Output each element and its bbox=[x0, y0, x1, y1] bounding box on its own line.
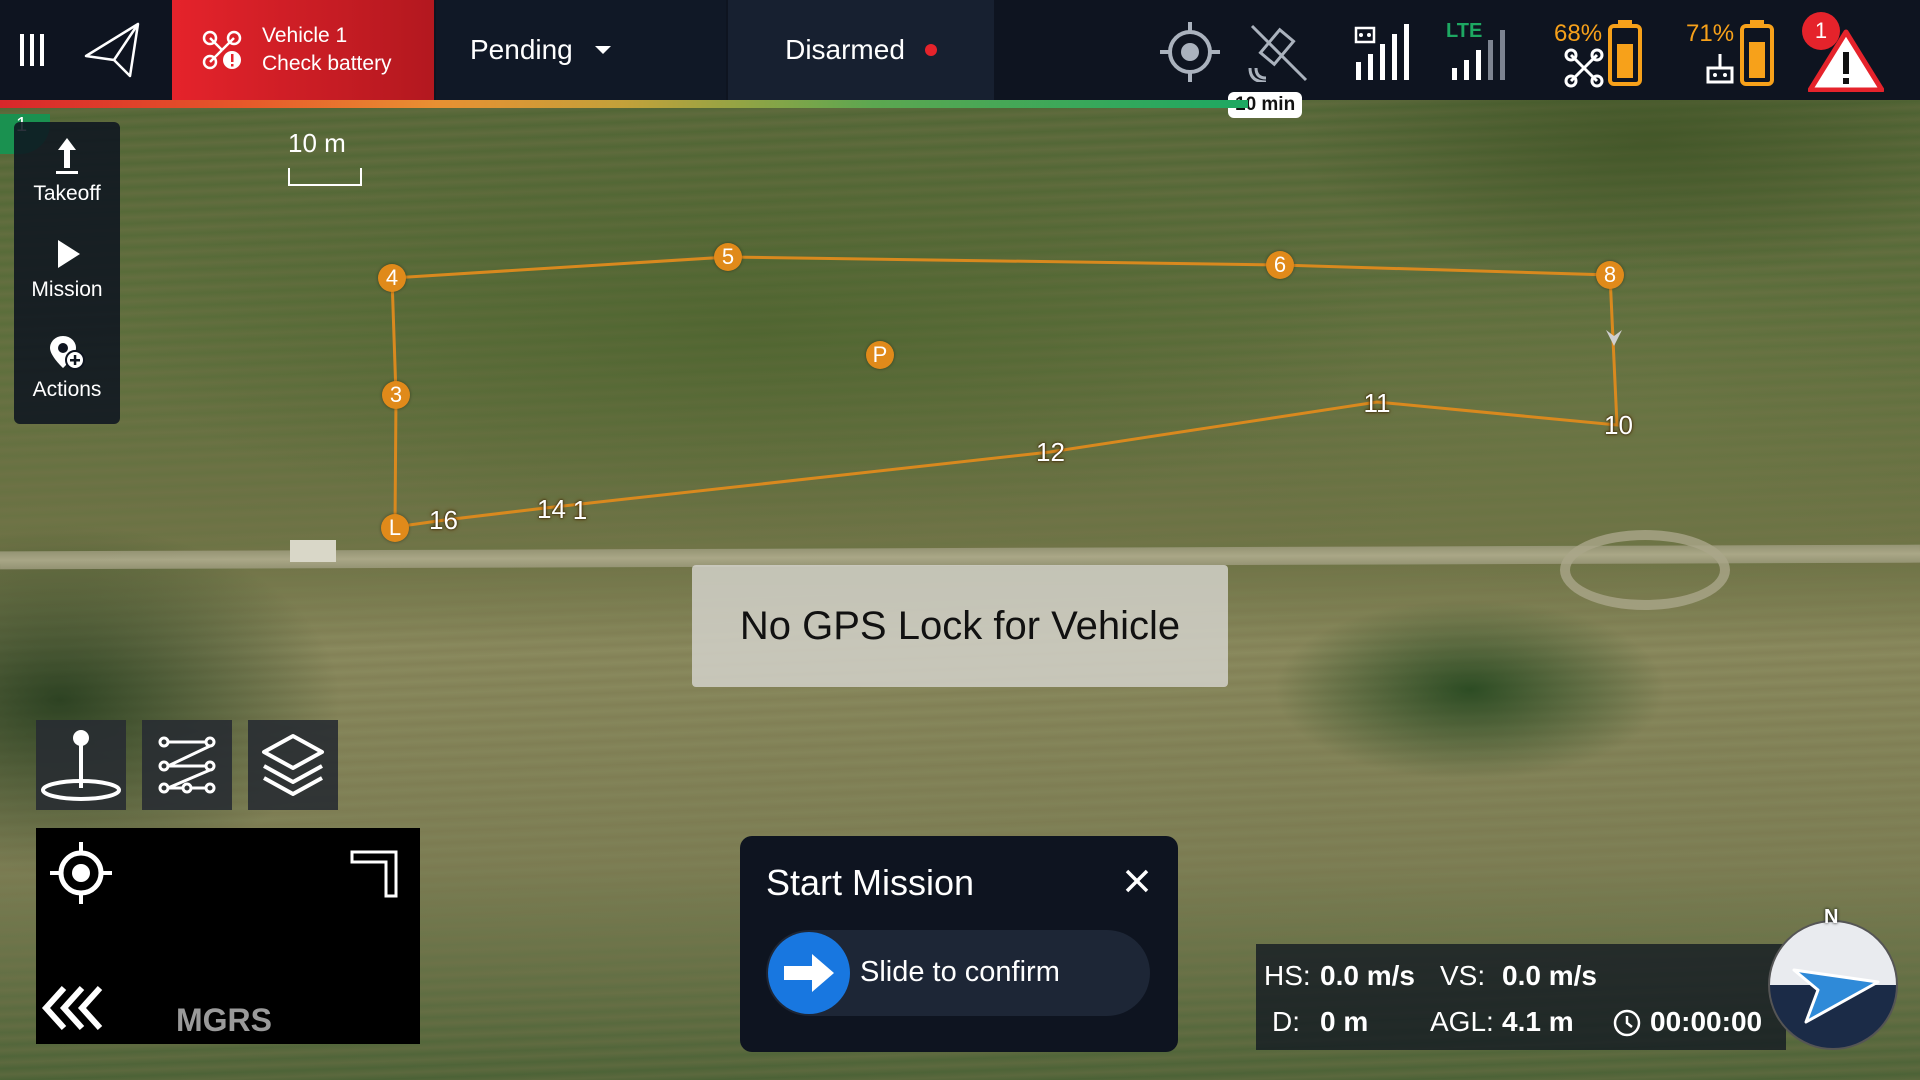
compass-north-label: N bbox=[1824, 906, 1839, 928]
expand-icon[interactable] bbox=[350, 848, 402, 900]
vehicle-status: Check battery bbox=[262, 52, 392, 75]
waypoint-12[interactable]: 12 bbox=[1036, 438, 1065, 466]
vs-label: VS: bbox=[1440, 960, 1486, 991]
compass[interactable]: N bbox=[1766, 906, 1900, 1052]
waypoint-10[interactable]: 10 bbox=[1604, 411, 1633, 439]
arm-status[interactable]: Disarmed bbox=[728, 0, 994, 100]
mission-button[interactable]: Mission bbox=[14, 236, 120, 302]
d-label: D: bbox=[1272, 1006, 1300, 1037]
toast-text: No GPS Lock for Vehicle bbox=[739, 603, 1181, 648]
waypoint-3[interactable]: 3 bbox=[382, 381, 410, 409]
menu-button[interactable] bbox=[12, 0, 52, 100]
rc-signal-icon bbox=[1354, 24, 1409, 80]
slider-knob[interactable] bbox=[768, 932, 850, 1014]
landing-point[interactable]: L bbox=[381, 514, 409, 542]
vs-value: 0.0 m/s bbox=[1502, 960, 1597, 991]
arrow-right-icon bbox=[784, 954, 834, 992]
controller-battery-icon bbox=[1740, 20, 1774, 86]
clock-icon bbox=[1613, 1009, 1641, 1037]
mission-label: Mission bbox=[31, 278, 103, 301]
agl-label: AGL: bbox=[1430, 1006, 1494, 1037]
vehicle-battery-pct: 68% bbox=[1554, 20, 1603, 47]
top-bar: Vehicle 1 Check battery Pending Disarmed… bbox=[0, 0, 1920, 118]
alert-count-badge: 1 bbox=[1802, 12, 1840, 50]
mgrs-label: MGRS bbox=[176, 1002, 272, 1038]
slider-label: Slide to confirm bbox=[860, 956, 1060, 988]
crosshair-icon[interactable] bbox=[50, 842, 112, 904]
gps-toast: No GPS Lock for Vehicle bbox=[692, 565, 1228, 687]
waypoint-8[interactable]: 8 bbox=[1596, 261, 1624, 289]
waypoint-4[interactable]: 4 bbox=[378, 264, 406, 292]
waypoint-1[interactable]: 1 bbox=[566, 496, 594, 524]
map-scale: 10 m bbox=[288, 128, 362, 186]
takeoff-button[interactable]: Takeoff bbox=[14, 136, 120, 206]
paper-plane-icon bbox=[84, 22, 140, 78]
drone-warning-icon bbox=[202, 30, 242, 70]
takeoff-location-icon bbox=[41, 730, 121, 801]
battery-progress-bar bbox=[0, 100, 1248, 108]
lte-signal-icon bbox=[1452, 30, 1505, 80]
slide-to-confirm[interactable]: Slide to confirm bbox=[766, 930, 1150, 1016]
flight-mode-dropdown[interactable]: Pending bbox=[436, 0, 726, 100]
agl-value: 4.1 m bbox=[1502, 1006, 1574, 1037]
compass-icon bbox=[1768, 920, 1898, 1050]
poi-marker[interactable]: P bbox=[866, 341, 894, 369]
play-icon bbox=[58, 240, 80, 268]
layers-button[interactable] bbox=[248, 720, 338, 810]
timer-value: 00:00:00 bbox=[1650, 1006, 1763, 1037]
drone-icon bbox=[1564, 48, 1604, 88]
start-mission-title: Start Mission bbox=[766, 862, 975, 903]
takeoff-label: Takeoff bbox=[33, 182, 101, 205]
arm-state-label: Disarmed bbox=[785, 34, 905, 65]
left-toolbar: Takeoff Mission Actions bbox=[14, 122, 120, 424]
controller-icon bbox=[1706, 54, 1734, 84]
waypoint-5[interactable]: 5 bbox=[714, 243, 742, 271]
scale-bar bbox=[288, 168, 362, 186]
flight-mode-label: Pending bbox=[470, 34, 573, 65]
menu-icon bbox=[20, 34, 44, 66]
gps-crosshair-icon[interactable] bbox=[1160, 22, 1220, 82]
close-icon[interactable] bbox=[1120, 864, 1154, 898]
location-add-icon bbox=[50, 336, 85, 370]
actions-button[interactable]: Actions bbox=[14, 334, 120, 402]
hs-label: HS: bbox=[1264, 960, 1311, 991]
plan-view-button[interactable] bbox=[62, 0, 162, 100]
scale-label: 10 m bbox=[288, 128, 346, 158]
takeoff-location-button[interactable] bbox=[36, 720, 126, 810]
takeoff-arrow-icon bbox=[56, 138, 78, 174]
d-value: 0 m bbox=[1320, 1006, 1369, 1037]
minimap[interactable]: MGRS bbox=[36, 828, 420, 1044]
waypoint-11[interactable]: 11 bbox=[1363, 389, 1391, 417]
waypoint-16[interactable]: 16 bbox=[429, 506, 458, 534]
start-mission-panel: Start Mission Slide to confirm bbox=[740, 836, 1178, 1052]
collapse-chevrons-icon[interactable] bbox=[40, 984, 110, 1034]
vehicle-status-tab[interactable]: Vehicle 1 Check battery bbox=[172, 0, 434, 100]
chevron-down-icon bbox=[594, 46, 611, 54]
waypoint-6[interactable]: 6 bbox=[1266, 251, 1294, 279]
controller-battery-pct: 71% bbox=[1686, 20, 1735, 47]
vehicle-name: Vehicle 1 bbox=[262, 24, 348, 47]
hs-value: 0.0 m/s bbox=[1320, 960, 1415, 991]
route-button[interactable] bbox=[142, 720, 232, 810]
actions-label: Actions bbox=[32, 378, 102, 401]
telemetry-panel: HS: 0.0 m/s VS: 0.0 m/s D: 0 m AGL: 4.1 … bbox=[1256, 944, 1786, 1050]
satellite-off-icon[interactable] bbox=[1248, 22, 1310, 82]
route-icon bbox=[158, 736, 216, 794]
waypoint-14[interactable]: 14 bbox=[537, 495, 566, 523]
vehicle-battery-icon bbox=[1608, 20, 1642, 86]
layers-icon bbox=[262, 734, 324, 796]
arm-status-dot bbox=[924, 44, 937, 56]
